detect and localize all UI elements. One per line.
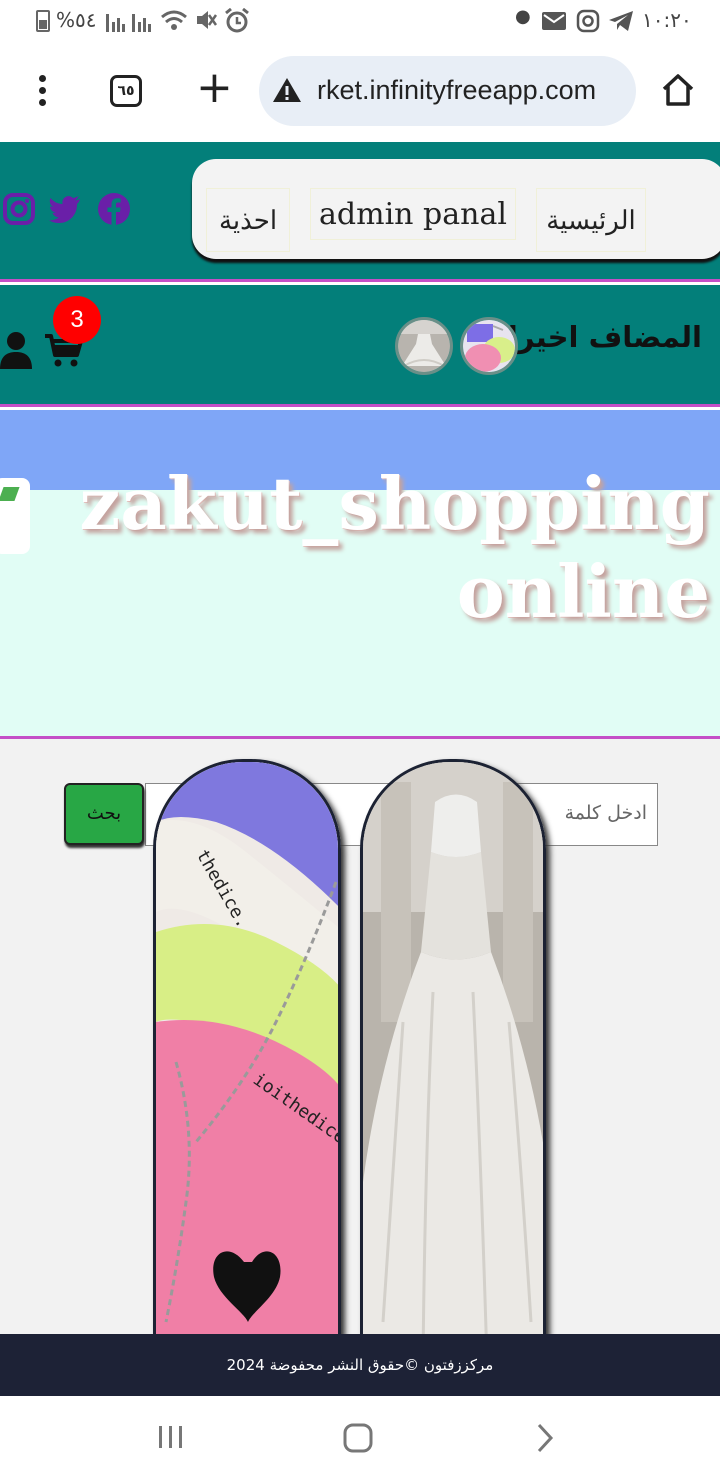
- twitter-icon[interactable]: [48, 192, 82, 226]
- dress-thumb-image: [398, 320, 450, 372]
- nav-shoes-label: احذية: [218, 206, 278, 236]
- recent-product-thumb[interactable]: [395, 317, 453, 375]
- site-footer: مركززفتون ©حقوق النشر محفوضة 2024: [0, 1334, 720, 1396]
- dress-product-image: [363, 762, 543, 1334]
- search-button[interactable]: بحث: [64, 783, 144, 845]
- hero-title: zakut_shopping online: [20, 460, 710, 636]
- product-card[interactable]: thedice. ioithedice: [153, 759, 341, 1334]
- nav-link-shoes[interactable]: احذية: [206, 188, 290, 252]
- recent-apps-icon[interactable]: [156, 1422, 186, 1452]
- tab-switcher-button[interactable]: ٦٥: [110, 75, 142, 107]
- wifi-icon: [161, 10, 187, 30]
- system-navigation-bar: [0, 1396, 720, 1480]
- browser-menu-icon[interactable]: [30, 75, 54, 109]
- battery-icon: [36, 10, 50, 32]
- back-icon[interactable]: [534, 1422, 556, 1454]
- sweater-thumb-image: [463, 320, 515, 372]
- notification-dot-icon: ●: [515, 6, 531, 27]
- alarm-icon: [225, 8, 249, 33]
- nav-admin-label: admin panal: [319, 197, 507, 232]
- footer-copyright: مركززفتون ©حقوق النشر محفوضة 2024: [226, 1356, 494, 1374]
- address-bar[interactable]: rket.infinityfreeapp.com: [259, 56, 636, 126]
- nav-link-home[interactable]: الرئيسية: [536, 188, 646, 252]
- nav-menu: الرئيسية admin panal احذية: [192, 159, 720, 259]
- clock: ١٠:٢٠: [642, 8, 692, 32]
- telegram-icon: [609, 11, 633, 31]
- mute-icon: [197, 11, 218, 29]
- nav-home-label: الرئيسية: [546, 206, 636, 236]
- battery-percent: %٥٤: [56, 8, 97, 32]
- new-tab-icon[interactable]: +: [196, 66, 233, 110]
- signal-icon: [106, 14, 151, 32]
- site-header: الرئيسية admin panal احذية: [0, 142, 720, 282]
- user-icon[interactable]: [0, 331, 32, 369]
- instagram-status-icon: [576, 9, 600, 33]
- recently-added-label: المضاف اخيرا: [507, 320, 702, 354]
- warning-icon[interactable]: [271, 76, 303, 104]
- recent-product-thumb[interactable]: [460, 317, 518, 375]
- mail-icon: [542, 12, 566, 30]
- home-nav-icon[interactable]: [342, 1422, 374, 1454]
- hero-title-line1: zakut_shopping: [79, 461, 710, 546]
- url-text: rket.infinityfreeapp.com: [317, 75, 597, 105]
- hero-banner: zakut_shopping online: [0, 410, 720, 736]
- browser-toolbar: ٦٥ + rket.infinityfreeapp.com: [0, 42, 720, 142]
- search-placeholder: ادخل كلمة: [564, 802, 647, 824]
- facebook-icon[interactable]: [97, 192, 131, 226]
- cart-count-badge: 3: [53, 296, 101, 344]
- hero-title-line2: online: [456, 549, 710, 634]
- product-card[interactable]: [360, 759, 546, 1334]
- products-section: ادخل كلمة بحث thedice. ioithedice: [0, 736, 720, 1334]
- home-icon[interactable]: [660, 72, 696, 108]
- nav-link-admin[interactable]: admin panal: [310, 188, 516, 240]
- status-bar: %٥٤ ● ١٠:٢٠: [0, 0, 720, 42]
- sweater-product-image: thedice. ioithedice: [156, 762, 338, 1334]
- recently-added-bar: المضاف اخيرا 3: [0, 285, 720, 407]
- instagram-icon[interactable]: [2, 192, 36, 226]
